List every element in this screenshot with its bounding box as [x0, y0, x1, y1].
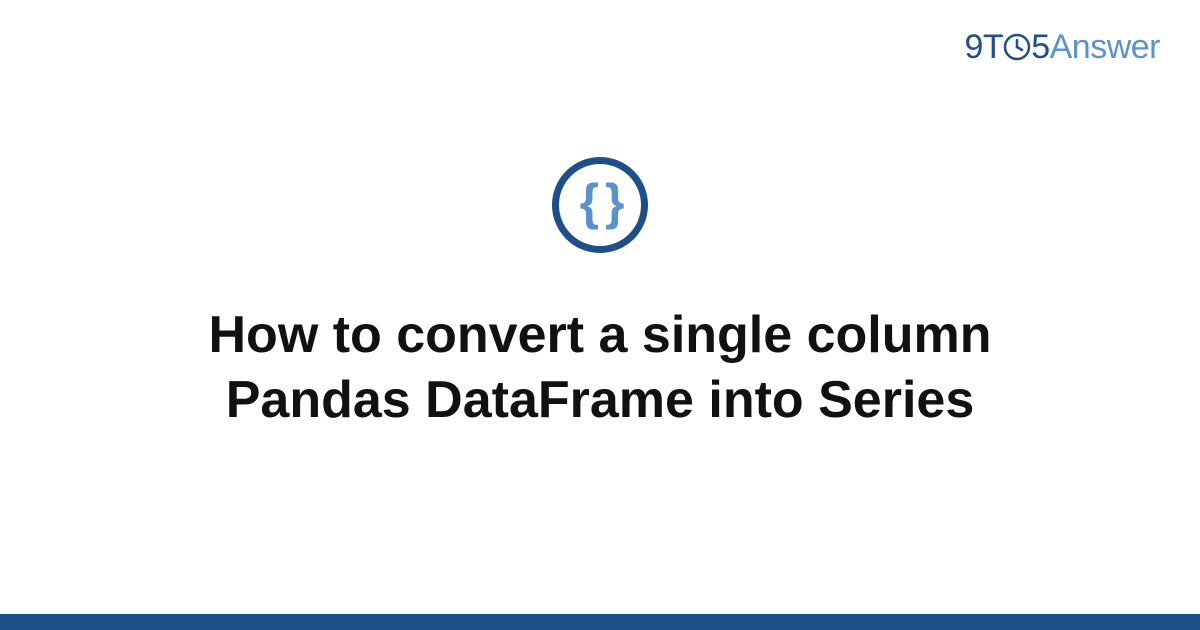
question-title: How to convert a single column Pandas Da…: [75, 303, 1125, 433]
main-content: { } How to convert a single column Panda…: [0, 0, 1200, 630]
footer-accent-bar: [0, 614, 1200, 630]
code-braces-icon: { }: [580, 177, 621, 227]
topic-icon-circle: { }: [552, 157, 648, 253]
